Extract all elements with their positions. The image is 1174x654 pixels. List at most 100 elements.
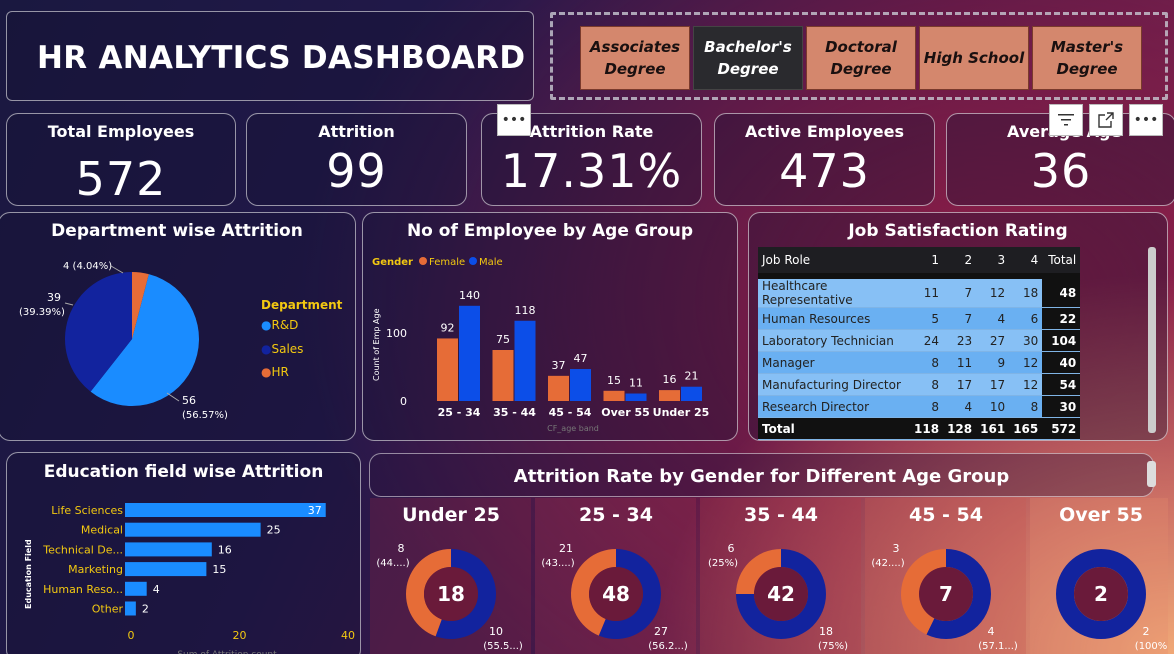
age-group-panel: No of Employee by Age Group Gender Female… [362,212,738,441]
slicer-high-school[interactable]: High School [919,26,1029,90]
table-row[interactable]: Healthcare Representative 11 7 12 18 48 [758,276,1081,308]
education-bar-chart: Education Field Life Sciences 37 Medical 25 T… [24,503,355,654]
kpi-active-employees: Active Employees 473 [714,113,935,206]
age-group-bar-chart: Gender Female Male Count of Emp Age 0 100 92 14… [372,257,710,433]
header-rating-2[interactable]: 2 [943,247,977,276]
cell-rating: 8 [910,351,944,374]
cell-rating: 8 [910,395,944,418]
filter-icon[interactable] [1049,104,1083,136]
x-tick: 0 [128,629,135,642]
header-rating-3[interactable]: 3 [976,247,1010,276]
education-slicer: Associates Degree Bachelor's Degree Doct… [550,12,1168,100]
legend-title: Gender [372,257,413,268]
slicer-bachelors[interactable]: Bachelor's Degree [693,26,803,90]
legend-item-hr[interactable]: ●HR [261,365,289,379]
cell-total: 40 [1042,351,1081,374]
cell-total: 54 [1042,373,1081,396]
pie-label-sales: 39 [47,291,61,304]
kpi-value: 36 [1030,144,1092,198]
department-attrition-panel: Department wise Attrition 56 (56.57%) 39 (3… [0,212,356,441]
table-row[interactable]: Laboratory Technician 24 23 27 30 104 [758,329,1081,352]
bar-female [603,390,625,401]
cell-rating: 30 [1009,329,1043,352]
header-rating-1[interactable]: 1 [910,247,944,276]
cell-rating: 23 [943,329,977,352]
slicer-associates[interactable]: Associates Degree [580,26,690,90]
page-title: HR ANALYTICS DASHBOARD [37,40,526,76]
cell-total: 572 [1042,417,1081,440]
cell-rating: 5 [910,307,944,330]
pie-leader-rd [166,392,180,402]
cell-total: 22 [1042,307,1081,330]
bar-label-male: 21 [685,370,699,383]
x-tick: 20 [233,629,247,642]
donut-male-label: 4 [988,625,995,638]
y-axis-title: Count of Emp Age [372,308,381,381]
legend-label-male: Male [479,257,503,268]
donut-center-value: 42 [767,582,795,606]
cell-rating: 9 [976,351,1010,374]
section-title: Department wise Attrition [51,221,303,241]
x-tick: 25 - 34 [438,406,481,419]
cell-total: 128 [943,417,977,440]
kpi-label: Attrition [318,122,395,141]
bar-male [514,320,536,401]
cell-rating: 7 [943,276,977,308]
cell-job-role: Manufacturing Director [758,373,910,396]
slicer-doctoral[interactable]: Doctoral Degree [806,26,916,90]
table-row[interactable]: Human Resources 5 7 4 6 22 [758,307,1081,330]
donut-title: 45 - 54 [909,504,983,526]
edu-bar [125,601,136,616]
cell-rating: 7 [943,307,977,330]
table-row[interactable]: Manager 8 11 9 12 40 [758,351,1081,374]
bar-label-male: 11 [629,377,643,390]
donut-center-value: 7 [939,582,953,606]
legend-item-sales[interactable]: ●Sales [261,342,303,356]
donut-male-label: 18 [819,625,833,638]
donut-center-value: 48 [602,582,630,606]
cell-rating: 17 [976,373,1010,396]
edu-value-label: 37 [308,504,322,517]
header-scrollbar[interactable] [1147,461,1156,487]
donut-female-pct: (43....) [541,558,574,569]
donut-female-label: 6 [728,542,735,555]
cell-job-role: Laboratory Technician [758,329,910,352]
cell-rating: 27 [976,329,1010,352]
header-total[interactable]: Total [1042,247,1081,276]
edu-category-label: Marketing [68,563,123,576]
pie-label-hr: 4 (4.04%) [63,261,112,272]
slicer-masters[interactable]: Master's Degree [1032,26,1142,90]
title-panel: HR ANALYTICS DASHBOARD [6,11,534,101]
edu-bar [125,581,147,596]
table-row[interactable]: Manufacturing Director 8 17 17 12 54 [758,373,1081,396]
cell-rating: 6 [1009,307,1043,330]
donut-male-pct: (75%) [818,641,848,652]
y-axis-title: Education Field [24,539,33,609]
bar-male [459,305,480,401]
bar-female [659,390,680,401]
donut-female-label: 8 [398,542,405,555]
cell-total: 30 [1042,395,1081,418]
x-tick: Under 25 [653,406,710,419]
more-options-icon[interactable]: ••• [1129,104,1163,136]
kpi-attrition: Attrition 99 [246,113,467,206]
legend-item-rd[interactable]: ●R&D [261,318,298,332]
edu-bar [125,522,261,537]
bar-label-female: 75 [496,333,510,346]
bar-female [548,375,569,401]
more-options-icon[interactable]: ••• [497,104,531,136]
gender-age-header: Attrition Rate by Gender for Different A… [369,453,1154,497]
table-scrollbar[interactable] [1148,247,1156,433]
edu-category-label: Human Reso... [43,583,123,596]
cell-total: 104 [1042,329,1081,352]
donut-male-label: 10 [489,625,503,638]
bar-label-female: 15 [607,374,621,387]
focus-mode-icon[interactable] [1089,104,1123,136]
kpi-value: 99 [326,144,387,198]
header-rating-4[interactable]: 4 [1009,247,1043,276]
donut-female-label: 21 [559,542,573,555]
kpi-label: Total Employees [47,122,195,141]
header-job-role[interactable]: Job Role [758,247,910,276]
kpi-value: 473 [779,144,870,198]
table-row[interactable]: Research Director 8 4 10 8 30 [758,395,1081,418]
